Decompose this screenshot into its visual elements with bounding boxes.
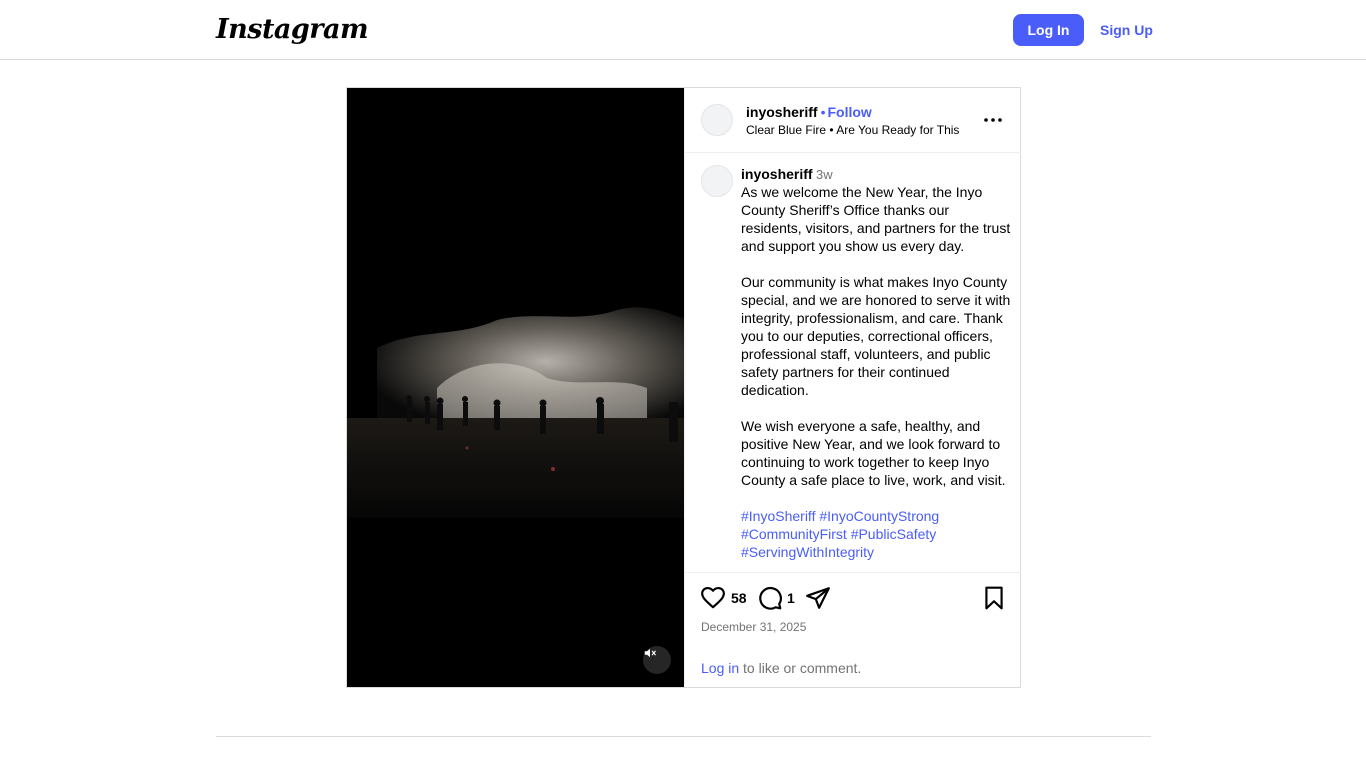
mute-toggle-button[interactable] bbox=[643, 646, 671, 674]
caption-text: As we welcome the New Year, the Inyo Cou… bbox=[741, 184, 1011, 488]
hashtag-list: #InyoSheriff #InyoCountyStrong #Communit… bbox=[741, 507, 1011, 561]
video-frame bbox=[347, 88, 684, 687]
muted-speaker-icon bbox=[644, 648, 656, 658]
hashtag-link[interactable]: #PublicSafety bbox=[851, 526, 937, 542]
separator-dot: • bbox=[820, 104, 826, 120]
heart-icon[interactable] bbox=[700, 585, 726, 611]
caption-username[interactable]: inyosheriff bbox=[741, 166, 813, 182]
follow-button[interactable]: Follow bbox=[827, 104, 871, 120]
audio-track-label[interactable]: Clear Blue Fire • Are You Ready for This bbox=[746, 123, 959, 137]
action-bar: 58 1 bbox=[685, 585, 1021, 615]
caption-section: inyosheriff 3w As we welcome the New Yea… bbox=[685, 153, 1021, 573]
like-count[interactable]: 58 bbox=[731, 590, 747, 606]
author-username[interactable]: inyosheriff bbox=[746, 104, 818, 120]
footer-divider bbox=[216, 736, 1151, 737]
caption-author-avatar[interactable] bbox=[701, 165, 733, 197]
hashtag-link[interactable]: #InyoSheriff bbox=[741, 508, 815, 524]
top-navigation-bar: Instagram Log In Sign Up bbox=[0, 0, 1366, 60]
login-prompt-text: to like or comment. bbox=[739, 660, 862, 676]
hashtag-link[interactable]: #InyoCountyStrong bbox=[819, 508, 939, 524]
signup-button[interactable]: Sign Up bbox=[1100, 14, 1153, 46]
comment-icon[interactable] bbox=[757, 585, 783, 611]
header-user-line: inyosheriff • Follow bbox=[746, 104, 872, 120]
post-sidebar: inyosheriff • Follow Clear Blue Fire • Are… bbox=[684, 88, 1021, 687]
hashtag-link[interactable]: #ServingWithIntegrity bbox=[741, 544, 874, 560]
login-button[interactable]: Log In bbox=[1013, 14, 1084, 46]
login-link[interactable]: Log in bbox=[701, 660, 739, 676]
caption-time-ago: 3w bbox=[816, 167, 833, 182]
post-container: inyosheriff • Follow Clear Blue Fire • Are… bbox=[346, 87, 1021, 688]
post-date: December 31, 2025 bbox=[701, 620, 807, 634]
post-header: inyosheriff • Follow Clear Blue Fire • Are… bbox=[685, 88, 1021, 153]
more-horizontal-icon bbox=[984, 118, 1002, 122]
author-avatar[interactable] bbox=[701, 104, 733, 136]
hashtag-link[interactable]: #CommunityFirst bbox=[741, 526, 847, 542]
bookmark-icon[interactable] bbox=[981, 585, 1007, 611]
comment-count[interactable]: 1 bbox=[787, 590, 795, 606]
share-icon[interactable] bbox=[805, 585, 831, 611]
login-prompt: Log in to like or comment. bbox=[701, 660, 861, 676]
more-options-button[interactable] bbox=[981, 108, 1005, 132]
instagram-logo[interactable]: Instagram bbox=[216, 14, 369, 45]
post-video[interactable] bbox=[347, 88, 684, 687]
